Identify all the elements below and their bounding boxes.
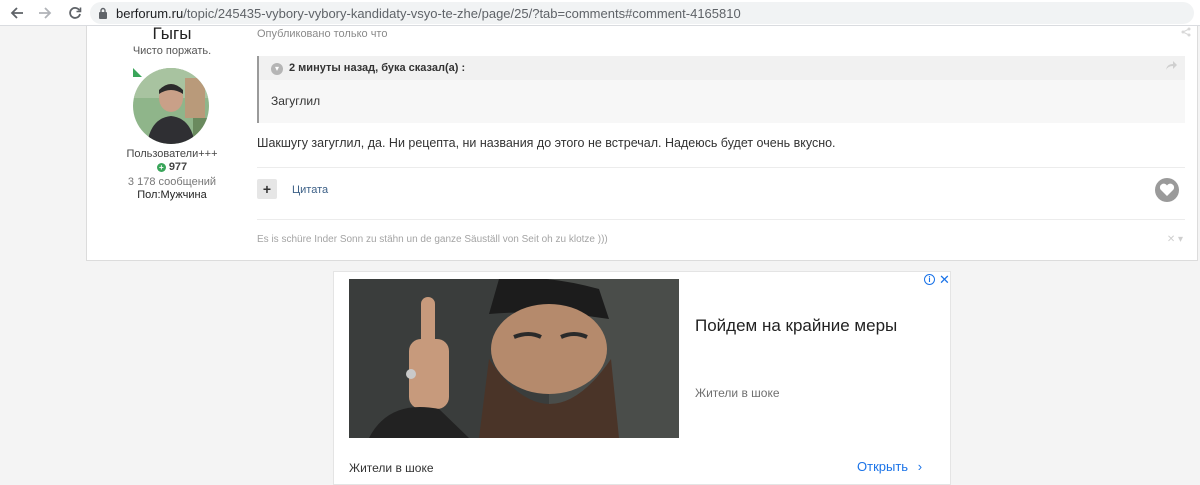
reputation-plus-icon: + [156,163,166,172]
signature-options-icon[interactable]: ✕ ▾ [1167,234,1183,245]
quote-toggle-icon[interactable]: ▾ [271,63,283,75]
ad-headline[interactable]: Пойдем на крайние меры [695,314,925,338]
ad-close-icon[interactable]: ✕ [939,272,950,288]
lock-icon [98,7,108,19]
reload-icon[interactable] [64,2,86,24]
like-heart-icon[interactable] [1155,178,1179,202]
divider [257,219,1185,220]
back-arrow-icon[interactable] [6,2,28,24]
ad-source: Жители в шоке [695,386,780,400]
ad-info-icon[interactable]: i [924,274,935,285]
author-group: Пользователи+++ [126,148,218,160]
ad-open-button[interactable]: Открыть › [857,459,922,474]
avatar-wrapper [133,68,209,144]
chevron-right-icon: › [917,459,923,474]
ad-footer-source: Жители в шоке [349,461,434,475]
url-domain: berforum.ru [116,5,184,21]
multiquote-button[interactable]: + [257,179,277,199]
post-body: Шакшугу загуглил, да. Ни рецепта, ни наз… [257,136,836,150]
author-title: Чисто поржать. [132,45,212,57]
ad-image[interactable] [349,279,679,438]
quote-citation[interactable]: 2 минуты назад, бука сказал(а) : [289,62,465,74]
author-post-count: 3 178 сообщений [127,176,217,188]
signature: Es is schüre Inder Sonn zu stähn un de g… [257,234,608,245]
ad-open-label: Открыть [857,459,909,474]
share-icon[interactable] [1181,26,1191,40]
quote-text: Загуглил [271,94,321,108]
author-reputation: +977 [87,161,257,173]
reputation-value: 977 [168,161,188,173]
avatar[interactable] [133,68,209,144]
quote-block: ▾ 2 минуты назад, бука сказал(а) : Загуг… [257,56,1185,123]
forum-post: Гыгы Чисто поржать. Пользователи+++ +977… [86,24,1198,261]
ad-banner[interactable]: i ✕ Пойдем на крайние меры Жители в шоке… [333,271,951,485]
author-panel: Гыгы Чисто поржать. Пользователи+++ +977… [87,24,257,260]
url-path: /topic/245435-vybory-vybory-kandidaty-vs… [183,5,741,21]
online-indicator [133,68,142,77]
address-bar[interactable]: berforum.ru/topic/245435-vybory-vybory-k… [90,2,1194,24]
forward-arrow-icon[interactable] [34,2,56,24]
divider [257,167,1185,168]
quote-jump-icon[interactable] [1165,60,1177,74]
quote-header: ▾ 2 минуты назад, бука сказал(а) : [259,56,1185,80]
post-timestamp[interactable]: Опубликовано только что [257,28,387,40]
author-gender: Пол:Мужчина [137,189,207,201]
author-name[interactable]: Гыгы [87,24,257,44]
quote-button[interactable]: Цитата [292,184,328,196]
browser-toolbar: berforum.ru/topic/245435-vybory-vybory-k… [0,0,1200,26]
